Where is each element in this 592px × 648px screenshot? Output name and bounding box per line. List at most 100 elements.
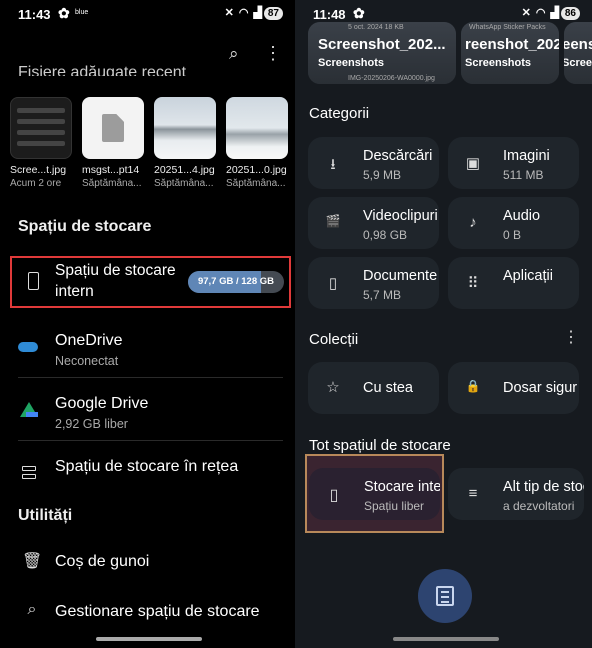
collections-heading: Colecții	[309, 331, 359, 348]
collection-secure-folder[interactable]: 🔒 Dosar sigur	[448, 362, 579, 414]
storage-heading: Spațiu de stocare	[18, 218, 152, 235]
card-folder: Screenshots	[465, 57, 532, 69]
status-bar: 11:48 ✿ ✕ ◠ ▟ 86	[295, 0, 592, 30]
trash-icon: 🗑	[22, 553, 43, 570]
recent-file-name: 20251...0.jpg	[226, 164, 287, 176]
category-size: 0,98 GB	[363, 228, 408, 242]
carrier-label: blue	[75, 9, 89, 16]
settings-status-icon: ✿	[353, 5, 365, 21]
category-videos[interactable]: 🎬 Videoclipuri 0,98 GB	[308, 197, 439, 249]
star-icon: ☆	[326, 379, 340, 396]
card-background	[564, 22, 592, 84]
google-drive-item[interactable]: Google Drive 2,92 GB liber	[0, 387, 295, 439]
google-drive-title: Google Drive	[55, 395, 149, 412]
storage-list-icon: ≡	[468, 485, 478, 502]
image-icon: ▣	[465, 155, 481, 172]
download-icon: ⭳	[330, 156, 336, 173]
recent-screenshot-card[interactable]: WhatsApp Sticker Packs reenshot_202 Scre…	[461, 22, 559, 84]
network-storage-title: Spațiu de stocare în rețea	[55, 458, 239, 475]
collection-label: Dosar sigur	[503, 380, 578, 396]
internal-storage-item[interactable]: Spațiu de stocare intern 97,7 GB / 128 G…	[10, 256, 291, 308]
category-images[interactable]: ▣ Imagini 511 MB	[448, 137, 579, 189]
network-storage-item[interactable]: Spațiu de stocare în rețea	[0, 450, 295, 502]
category-label: Videoclipuri	[363, 208, 438, 224]
category-size: 5,7 MB	[363, 288, 402, 302]
more-options-icon[interactable]: ⋮	[264, 43, 282, 64]
status-time: 11:43	[18, 7, 51, 22]
scan-icon	[436, 586, 454, 606]
recent-file-date: Săptămâna...	[82, 178, 142, 189]
card-title: Screenshot_202...	[318, 36, 446, 53]
trash-item[interactable]: 🗑 Coș de gunoi	[0, 546, 295, 598]
status-bar: 11:43 ✿ blue ✕ ◠ ▟ 87	[0, 0, 295, 30]
recent-file-thumb-3[interactable]	[154, 97, 216, 159]
recent-file-date: Săptămâna...	[154, 178, 214, 189]
phone-icon	[28, 272, 39, 290]
recent-file-thumb-1[interactable]	[10, 97, 72, 159]
right-screen: 5 oct. 2024 18 KB Screenshot_202... Scre…	[295, 0, 592, 648]
category-size: 511 MB	[503, 168, 544, 182]
all-storage-other[interactable]: ≡ Alt tip de stocare a dezvoltatori	[448, 468, 584, 520]
google-drive-icon-base	[26, 412, 38, 417]
recent-file-name: Scree...t.jpg	[10, 164, 67, 176]
recent-file-thumb-2[interactable]	[82, 97, 144, 159]
onedrive-cloud-icon	[18, 342, 38, 352]
category-label: Aplicații	[503, 268, 553, 284]
recent-file-date: Acum 2 ore	[10, 178, 62, 189]
storage-label: Alt tip de stocare	[503, 479, 584, 495]
category-downloads[interactable]: ⭳ Descărcări 5,9 MB	[308, 137, 439, 189]
search-icon[interactable]: ⌕	[229, 44, 239, 64]
recent-files-heading: Fișiere adăugate recent	[18, 64, 187, 76]
collections-more-icon[interactable]: ⋮	[563, 327, 579, 347]
category-label: Descărcări	[363, 148, 433, 164]
document-icon	[102, 114, 124, 142]
recent-file-thumb-4[interactable]	[226, 97, 288, 159]
all-storage-internal[interactable]: ▯ Stocare internă Spațiu liber	[309, 468, 440, 520]
card-title: reenshot_202	[465, 36, 559, 53]
utilities-heading: Utilități	[18, 507, 73, 524]
onedrive-status: Neconectat	[55, 354, 119, 368]
battery-badge: 87	[263, 7, 283, 20]
card-folder: Screenshots	[564, 57, 592, 69]
storage-usage-text: 97,7 GB / 128 GB	[197, 276, 275, 287]
category-apps[interactable]: ⠿ Aplicații	[448, 257, 579, 309]
apps-icon: ⠿	[467, 275, 479, 292]
divider	[18, 377, 283, 378]
onedrive-title: OneDrive	[55, 332, 123, 349]
onedrive-item[interactable]: OneDrive Neconectat	[0, 324, 295, 376]
gesture-bar	[96, 637, 202, 641]
network-storage-icon	[22, 466, 36, 480]
storage-search-icon: ⌕	[27, 601, 37, 618]
category-label: Imagini	[503, 148, 550, 164]
internal-storage-title-2: intern	[55, 283, 94, 300]
battery-badge: 86	[560, 7, 580, 20]
manage-storage-title: Gestionare spațiu de stocare	[55, 603, 260, 620]
document-icon: ▯	[328, 275, 338, 292]
settings-status-icon: ✿	[58, 5, 70, 21]
category-label: Documente	[363, 268, 438, 284]
card-title: eenshot_202	[564, 36, 592, 53]
collection-label: Cu stea	[363, 380, 413, 396]
recent-screenshot-card[interactable]: 5 oct. 2024 18 KB Screenshot_202... Scre…	[308, 22, 456, 84]
recent-file-name: msgst...pt14	[82, 164, 140, 176]
signal-icons: ✕ ◠ ▟	[224, 7, 263, 19]
card-file-hint: IMG-20250206-WA0000.jpg	[348, 75, 435, 82]
recent-file-name: 20251...4.jpg	[154, 164, 215, 176]
internal-storage-title-1: Spațiu de stocare	[55, 262, 176, 279]
scan-document-button[interactable]	[418, 569, 472, 623]
category-label: Audio	[503, 208, 541, 224]
music-icon: ♪	[469, 214, 477, 231]
category-documents[interactable]: ▯ Documente 5,7 MB	[308, 257, 439, 309]
categories-heading: Categorii	[309, 105, 370, 122]
category-size: 5,9 MB	[363, 168, 402, 182]
recent-screenshot-card[interactable]: eenshot_202 Screenshots	[564, 22, 592, 84]
video-icon: 🎬	[325, 214, 341, 228]
left-screen: 11:43 ✿ blue ✕ ◠ ▟ 87 ⌕ ⋮ Fișiere adăuga…	[0, 0, 295, 648]
signal-icons: ✕ ◠ ▟	[521, 7, 560, 19]
all-storage-heading: Tot spațiul de stocare	[309, 437, 451, 454]
storage-label: Stocare internă	[364, 479, 440, 495]
collection-starred[interactable]: ☆ Cu stea	[308, 362, 439, 414]
category-audio[interactable]: ♪ Audio 0 B	[448, 197, 579, 249]
google-drive-free: 2,92 GB liber	[55, 417, 128, 431]
storage-sub: a dezvoltatori	[503, 499, 575, 513]
